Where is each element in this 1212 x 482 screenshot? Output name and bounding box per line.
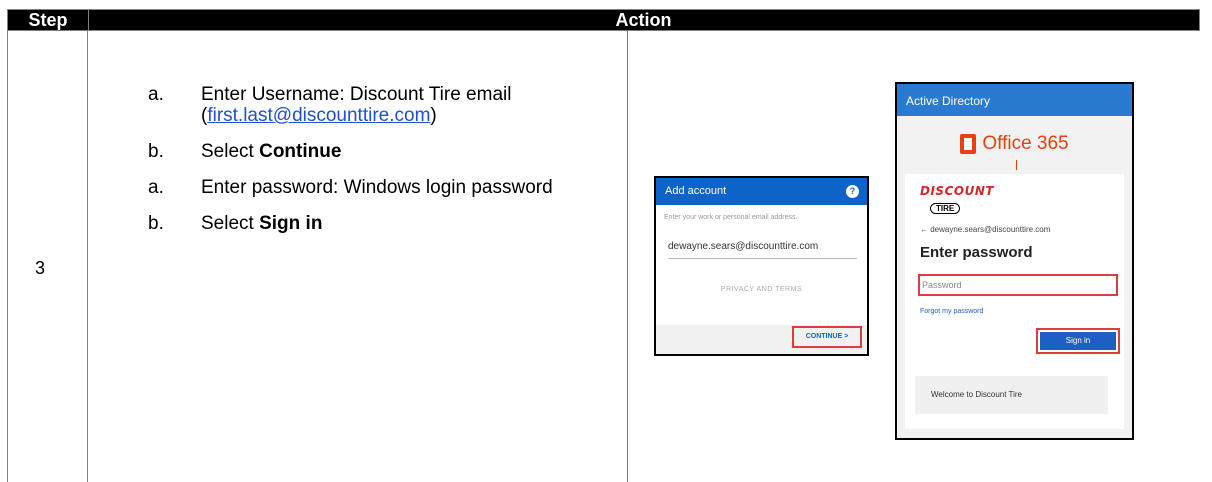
instruction-marker: a. [148,177,164,198]
welcome-message: Welcome to Discount Tire [915,376,1108,414]
table-border-left [7,31,8,482]
brand-divider [1016,160,1017,170]
instruction-text: Select [201,213,260,234]
instruction-text: Select [201,141,260,162]
add-account-body: Enter your work or personal email addres… [656,205,867,325]
discount-tire-logo: DISCOUNT TIRE [920,184,995,216]
office-brand: Office 365 [897,133,1132,157]
enter-password-heading: Enter password [920,244,1033,261]
instruction-marker: b. [148,141,164,162]
continue-button[interactable]: CONTINUE > [794,333,860,340]
logo-discount: DISCOUNT [920,184,995,198]
instruction-item: a. Enter Username: Discount Tire email (… [148,84,588,126]
table-border-middle [627,31,628,482]
instruction-text: ) [430,105,437,126]
office-product-name: Office 365 [982,133,1069,154]
privacy-link[interactable]: PRIVACY AND TERMS [656,286,867,293]
forgot-password-link[interactable]: Forgot my password [920,308,983,315]
logo-tire: TIRE [930,203,961,214]
header-step: Step [8,10,89,30]
table-border-step [87,31,88,482]
email-link[interactable]: first.last@discounttire.com [207,105,430,126]
password-input[interactable]: Password [918,274,1118,296]
instruction-item: a. Enter password: Windows login passwor… [148,177,588,198]
instruction-bold: Sign in [259,213,323,234]
add-account-screenshot: Add account ? Enter your work or persona… [654,176,869,356]
instruction-marker: a. [148,84,164,105]
continue-highlight: CONTINUE > [792,326,862,348]
email-hint: Enter your work or personal email addres… [664,214,798,221]
sign-in-button[interactable]: Sign in [1040,332,1116,350]
office-signin-screenshot: Active Directory Office 365 DISCOUNT TIR… [895,82,1134,440]
office-logo-icon [960,134,977,154]
instruction-item: b. Select Continue [148,141,588,162]
table-header: Step Action [7,9,1200,31]
active-directory-bar: Active Directory [897,84,1132,116]
help-icon[interactable]: ? [846,185,859,198]
sign-in-highlight: Sign in [1036,328,1120,354]
step-number: 3 [34,258,45,278]
instruction-bold: Continue [259,141,342,162]
header-action: Action [615,10,672,30]
add-account-title-bar: Add account ? [656,178,867,205]
instruction-marker: b. [148,213,164,234]
back-email-link[interactable]: ← dewayne.sears@discounttire.com [920,225,1050,234]
instruction-item: b. Select Sign in [148,213,588,234]
signin-card: DISCOUNT TIRE ← dewayne.sears@discountti… [905,174,1124,429]
instruction-text: Enter password: Windows login password [201,177,553,198]
add-account-title: Add account [665,185,727,197]
instruction-list: a. Enter Username: Discount Tire email (… [148,84,588,249]
email-underline [668,258,857,259]
email-field[interactable]: dewayne.sears@discounttire.com [668,241,818,252]
